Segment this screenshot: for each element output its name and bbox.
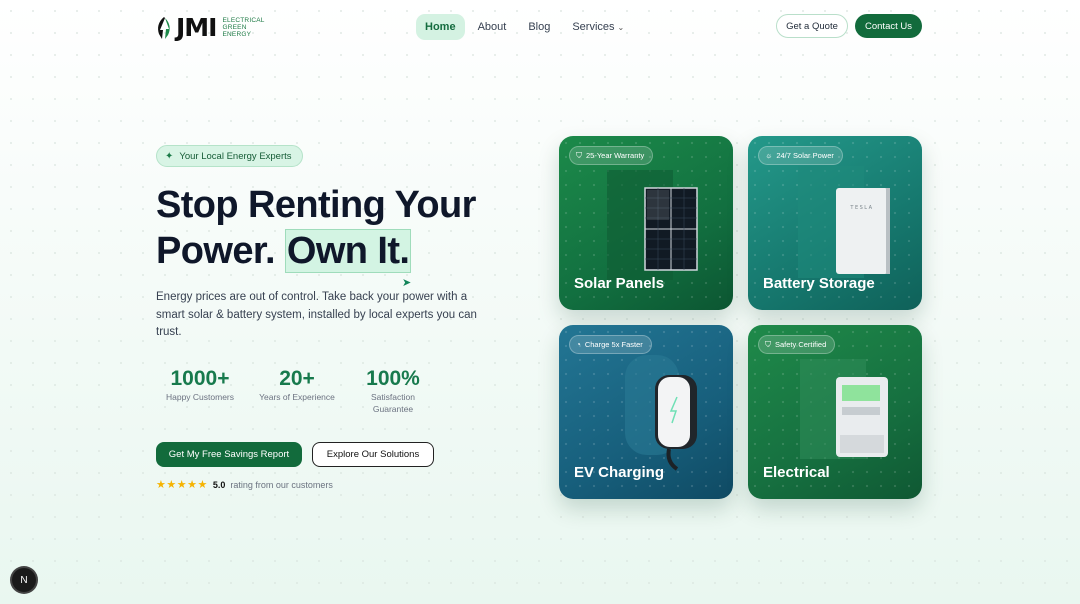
get-quote-button[interactable]: Get a Quote	[776, 14, 848, 38]
stat-experience: 20+ Years of Experience	[244, 367, 350, 415]
hero-badge: ✦ Your Local Energy Experts	[156, 145, 303, 167]
hero-badge-label: Your Local Energy Experts	[179, 150, 292, 162]
nav-home[interactable]: Home	[416, 14, 465, 40]
site-header: JMI ELECTRICAL GREEN ENERGY Home About Blo…	[0, 0, 1080, 54]
shield-icon: ⛉	[576, 150, 582, 160]
star-rating-icon: ★★★★★	[156, 479, 208, 491]
card-title: EV Charging	[574, 464, 665, 481]
card-tag: ☼ 24/7 Solar Power	[758, 146, 843, 165]
contact-us-button[interactable]: Contact Us	[855, 14, 922, 38]
nav-blog[interactable]: Blog	[519, 14, 559, 40]
explore-solutions-button[interactable]: Explore Our Solutions	[312, 442, 434, 467]
card-tag: ⛉ 25-Year Warranty	[569, 146, 654, 165]
stat-value: 100%	[366, 367, 420, 390]
shield-check-icon: ⛉	[765, 339, 771, 349]
hero-stats: 1000+ Happy Customers 20+ Years of Exper…	[156, 367, 428, 415]
brand-mark: JMI	[176, 13, 217, 42]
sparkles-icon: ✦	[165, 150, 174, 162]
card-tag: ◔ Charge 5x Faster	[569, 335, 652, 354]
card-tag: ⛉ Safety Certified	[758, 335, 836, 354]
dev-indicator-button[interactable]: N	[12, 568, 36, 592]
headline-line1: Stop Renting Your	[156, 184, 476, 226]
stat-satisfaction: 100% Satisfaction Guarantee	[358, 367, 428, 415]
nav-services-label: Services	[572, 21, 615, 33]
brand-subtitle: ELECTRICAL GREEN ENERGY	[222, 17, 265, 38]
card-battery-storage[interactable]: TESLA ☼ 24/7 Solar Power Battery Storage	[748, 136, 922, 310]
rating-text: rating from our customers	[230, 479, 333, 490]
card-title: Solar Panels	[574, 275, 665, 292]
stat-label: Happy Customers	[165, 392, 235, 402]
headline-highlight: Own It.	[284, 229, 412, 273]
card-tag-label: 24/7 Solar Power	[776, 151, 834, 160]
tesla-logo-text: TESLA	[849, 205, 873, 211]
nav-about[interactable]: About	[469, 14, 516, 40]
gauge-icon: ◔	[576, 340, 581, 349]
card-title: Electrical	[763, 464, 830, 481]
main-nav: Home About Blog Services ⌄	[416, 14, 633, 40]
nav-services[interactable]: Services ⌄	[563, 14, 633, 40]
card-ev-charging[interactable]: ◔ Charge 5x Faster EV Charging	[559, 325, 733, 499]
stat-value: 1000+	[170, 367, 230, 390]
rating-value: 5.0	[212, 479, 226, 490]
stat-label: Years of Experience	[259, 392, 335, 402]
stat-value: 20+	[279, 367, 315, 390]
stat-label: Satisfaction Guarantee	[371, 392, 415, 414]
card-tag-label: Charge 5x Faster	[584, 340, 643, 349]
card-tag-label: Safety Certified	[775, 340, 827, 349]
cursor-icon: ➤	[402, 277, 412, 289]
card-solar-panels[interactable]: ⛉ 25-Year Warranty Solar Panels	[559, 136, 733, 310]
brand-logo[interactable]: JMI ELECTRICAL GREEN ENERGY	[156, 13, 265, 42]
hero-description: Energy prices are out of control. Take b…	[156, 291, 477, 338]
headline-line2a: Power.	[156, 230, 276, 272]
customer-rating: ★★★★★ 5.0 rating from our customers	[156, 478, 333, 491]
leaf-bolt-icon	[158, 16, 170, 39]
stat-customers: 1000+ Happy Customers	[156, 367, 244, 415]
card-title: Battery Storage	[763, 275, 875, 292]
card-tag-label: 25-Year Warranty	[586, 151, 645, 160]
sun-icon: ☼	[765, 151, 773, 160]
chevron-down-icon: ⌄	[617, 23, 625, 32]
hero-headline: Stop Renting Your Power. Own It.	[156, 182, 476, 274]
card-electrical[interactable]: ⛉ Safety Certified Electrical	[748, 325, 922, 499]
free-savings-report-button[interactable]: Get My Free Savings Report	[156, 442, 302, 467]
